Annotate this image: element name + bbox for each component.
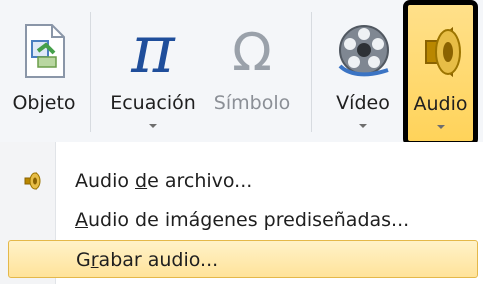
chevron-down-icon <box>359 124 367 128</box>
audio-button[interactable]: Audio <box>403 0 478 146</box>
separator <box>311 12 312 132</box>
equation-button[interactable]: π Ecuación <box>97 0 209 142</box>
object-button[interactable]: Objeto <box>0 0 88 142</box>
audio-label: Audio <box>413 93 468 115</box>
separator <box>90 12 91 132</box>
chevron-down-icon <box>436 125 445 129</box>
objeto-label: Objeto <box>12 92 76 114</box>
menu-item-label: Grabar audio... <box>76 249 219 271</box>
menu-item-audio-de-archivo[interactable]: Audio de archivo... <box>8 162 478 200</box>
video-button[interactable]: Vídeo <box>318 0 408 142</box>
speaker-icon <box>22 170 44 192</box>
symbol-button: Ω Símbolo <box>204 0 300 142</box>
menu-item-label: Audio de archivo... <box>75 170 253 192</box>
pi-icon: π <box>122 18 184 82</box>
chevron-down-icon <box>149 124 157 128</box>
simbolo-label: Símbolo <box>213 92 291 114</box>
film-reel-icon <box>336 20 392 80</box>
audio-dropdown-menu: Audio de archivo... Audio de imágenes pr… <box>0 142 483 284</box>
video-label: Vídeo <box>336 92 390 114</box>
svg-text:π: π <box>130 18 176 82</box>
menu-item-label: Audio de imágenes prediseñadas... <box>75 209 410 231</box>
speaker-icon <box>418 21 470 83</box>
menu-item-audio-de-imagenes-predisenadas[interactable]: Audio de imágenes prediseñadas... <box>8 201 478 239</box>
svg-text:Ω: Ω <box>232 23 272 82</box>
menu-item-grabar-audio[interactable]: Grabar audio... <box>8 240 478 278</box>
object-icon <box>18 23 70 81</box>
ecuacion-label: Ecuación <box>110 92 196 114</box>
insert-ribbon: Objeto π Ecuación Ω Símbolo Vídeo Audio <box>0 0 483 146</box>
omega-icon: Ω <box>224 20 280 82</box>
